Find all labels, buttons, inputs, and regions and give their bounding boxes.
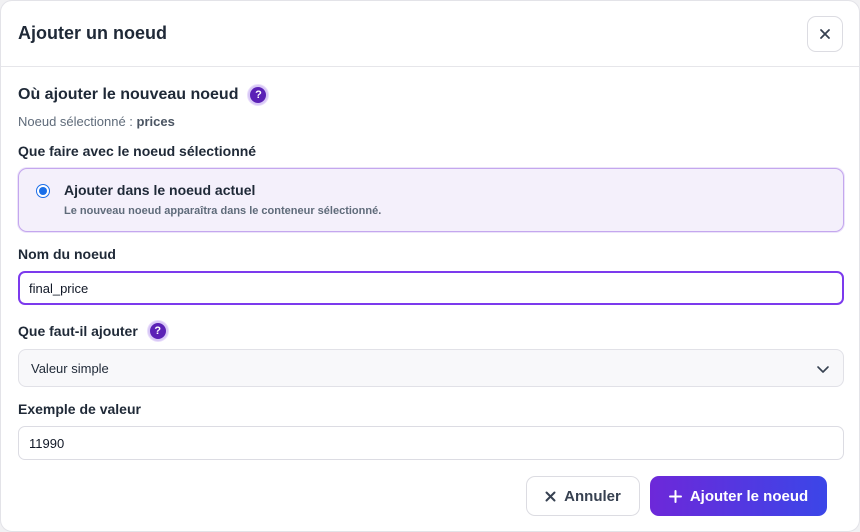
example-value-input[interactable]: 11990 [18, 426, 844, 460]
selected-node-label: Noeud sélectionné : [18, 114, 133, 129]
location-title: Où ajouter le nouveau noeud [18, 86, 239, 103]
selected-node-info: Noeud sélectionné : prices [18, 114, 175, 129]
add-type-select[interactable]: Valeur simple [18, 349, 844, 387]
add-node-label: Ajouter le noeud [689, 487, 809, 505]
help-icon[interactable]: ? [147, 321, 168, 341]
option-radio[interactable] [36, 184, 50, 198]
example-value: 11990 [29, 435, 65, 451]
close-button[interactable] [807, 16, 843, 52]
add-type-label-row: Que faut-il ajouter ? [18, 321, 168, 341]
selected-node-value: prices [136, 114, 175, 129]
example-label: Exemple de valeur [18, 401, 141, 417]
chevron-down-icon [817, 366, 829, 373]
cancel-label: Annuler [564, 487, 621, 505]
close-icon [820, 29, 830, 39]
option-title: Ajouter dans le noeud actuel [64, 182, 256, 198]
add-type-selected-value: Valeur simple [31, 360, 109, 376]
close-icon [545, 491, 556, 501]
node-name-input[interactable]: final_price [18, 271, 844, 305]
radio-selected-dot [39, 187, 47, 195]
option-add-in-current-node[interactable]: Ajouter dans le noeud actuel Le nouveau … [18, 168, 844, 232]
add-node-button[interactable]: Ajouter le noeud [650, 476, 827, 516]
location-section-title: Où ajouter le nouveau noeud ? [18, 85, 269, 105]
plus-icon [668, 489, 682, 503]
option-description: Le nouveau noeud apparaîtra dans le cont… [64, 205, 382, 217]
dialog-title: Ajouter un noeud [18, 23, 167, 43]
add-node-dialog: Ajouter un noeud Où ajouter le nouveau n… [0, 0, 860, 532]
dialog-header: Ajouter un noeud [1, 1, 859, 67]
action-label: Que faire avec le noeud sélectionné [18, 143, 257, 159]
add-type-label: Que faut-il ajouter [18, 323, 138, 339]
help-icon[interactable]: ? [248, 85, 269, 105]
node-name-value: final_price [29, 280, 89, 296]
node-name-label: Nom du noeud [18, 246, 116, 262]
cancel-button[interactable]: Annuler [526, 476, 640, 516]
